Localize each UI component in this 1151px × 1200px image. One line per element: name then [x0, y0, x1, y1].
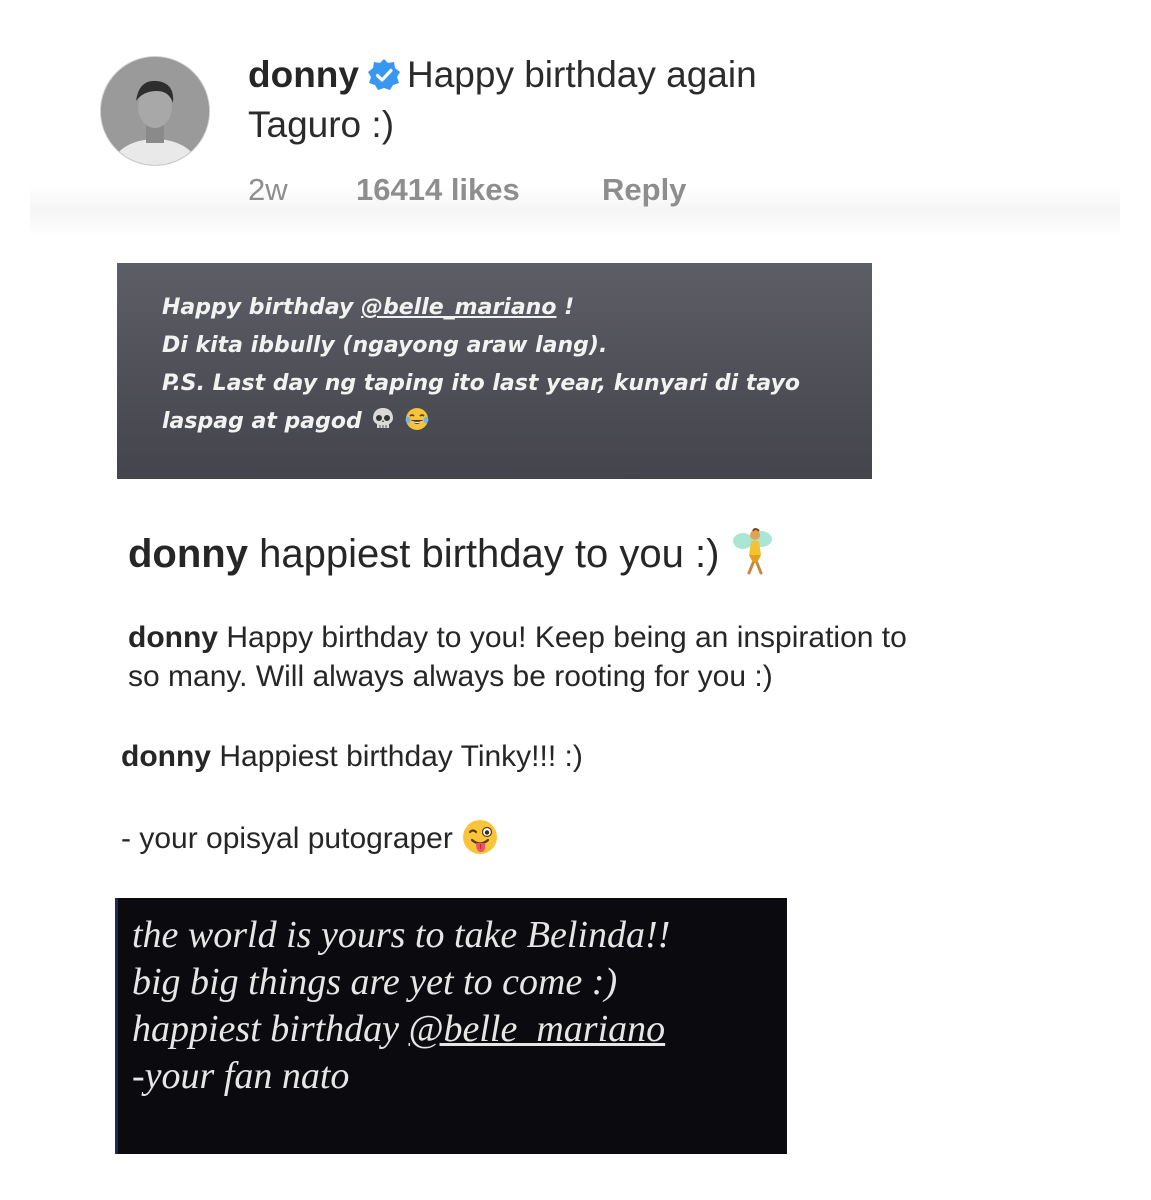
comment-text: so many. Will always always be rooting f…: [128, 660, 773, 693]
comment-timestamp: 2w: [248, 172, 288, 207]
comment-text-line: donny Happy birthday to you! Keep being …: [128, 618, 1068, 657]
winking-tongue-emoji-icon: [461, 818, 499, 856]
comment-text-line: donny Happy birthday again: [248, 52, 757, 98]
comment-username[interactable]: donny: [128, 532, 248, 576]
comment-text: Happiest birthday Tinky!!! :): [219, 740, 583, 773]
story-caption-line: Happy birthday @belle_mariano !: [162, 295, 575, 320]
story-caption-line: the world is yours to take Belinda!!: [132, 914, 671, 956]
mention-link[interactable]: @belle_mariano: [361, 295, 556, 320]
comment-signature: - your opisyal putograper: [121, 818, 499, 858]
likes-count[interactable]: 16414 likes: [356, 170, 602, 210]
comment-text: happiest birthday to you :): [259, 532, 720, 576]
fairy-emoji-icon: [731, 527, 775, 575]
avatar[interactable]: [100, 56, 210, 166]
comment-text: Taguro :): [248, 104, 395, 145]
story-caption-line: -your fan nato: [132, 1055, 350, 1097]
mention-link[interactable]: @belle_mariano: [409, 1008, 666, 1050]
reply-button[interactable]: Reply: [602, 170, 686, 210]
story-caption-line: Di kita ibbully (ngayong araw lang).: [162, 333, 608, 358]
comment-text: Happy birthday again: [406, 54, 757, 95]
story-caption-line: laspag at pagod: [162, 403, 862, 441]
story-caption-line: big big things are yet to come :): [132, 961, 618, 1003]
story-caption-line: happiest birthday @belle_mariano: [132, 1008, 666, 1050]
comment-username[interactable]: donny: [248, 54, 359, 95]
avatar-photo: [101, 57, 209, 165]
story-caption: the world is yours to take Belinda!! big…: [132, 912, 782, 1100]
tears-of-joy-emoji-icon: [404, 406, 430, 432]
story-caption-line: P.S. Last day ng taping ito last year, k…: [162, 371, 801, 396]
comment-block: donny Happy birthday to you! Keep being …: [128, 618, 1068, 696]
story-caption: Happy birthday @belle_mariano ! Di kita …: [162, 289, 862, 441]
comment-text-line: donny happiest birthday to you :): [128, 527, 775, 580]
comment-username[interactable]: donny: [128, 621, 218, 654]
verified-badge-icon: [367, 58, 401, 92]
comment-text-line: donny Happiest birthday Tinky!!! :): [121, 737, 583, 776]
comment-text: - your opisyal putograper: [121, 822, 453, 855]
comment-text: Happy birthday to you! Keep being an ins…: [226, 621, 907, 654]
skull-emoji-icon: [370, 406, 396, 432]
comment-username[interactable]: donny: [121, 740, 211, 773]
comment-meta: 2w 16414 likes Reply: [248, 170, 686, 210]
